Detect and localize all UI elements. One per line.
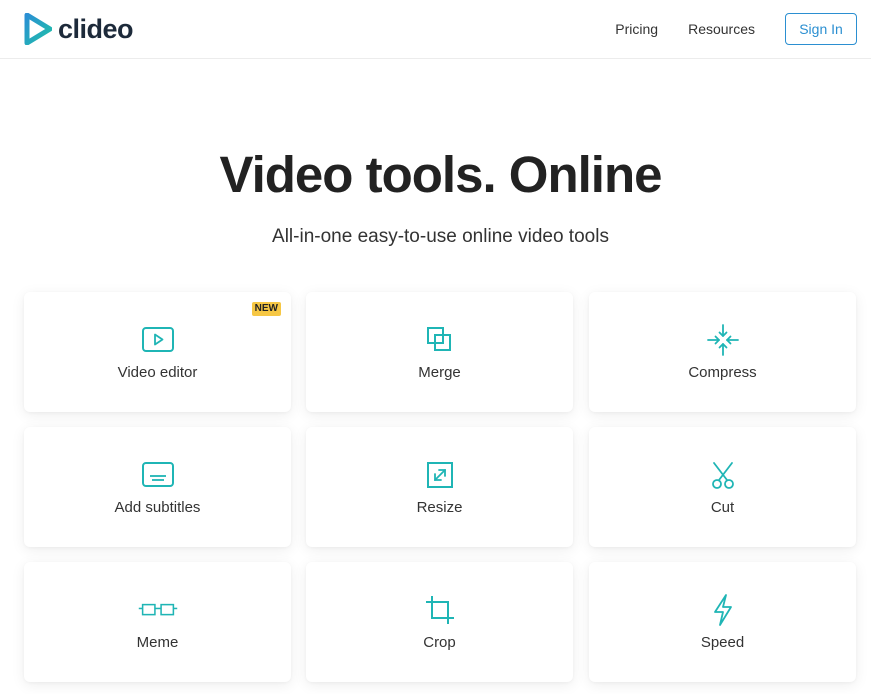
tool-card-merge[interactable]: Merge: [306, 292, 573, 412]
tool-card-add-subtitles[interactable]: Add subtitles: [24, 427, 291, 547]
compress-icon: [703, 324, 743, 356]
new-badge: NEW: [251, 302, 281, 316]
tool-label: Cut: [710, 499, 735, 516]
logo[interactable]: clideo: [24, 13, 134, 45]
tool-label: Crop: [423, 634, 456, 651]
resize-icon: [420, 460, 460, 490]
header: clideo Pricing Resources Sign In: [0, 0, 871, 59]
nav-pricing[interactable]: Pricing: [615, 12, 658, 46]
tool-card-video-editor[interactable]: NEW Video editor: [24, 292, 291, 412]
logo-text: clideo: [58, 14, 134, 44]
tool-card-crop[interactable]: Crop: [306, 562, 573, 682]
tool-label: Speed: [700, 634, 745, 651]
tool-card-resize[interactable]: Resize: [306, 427, 573, 547]
top-nav: Pricing Resources Sign In: [615, 12, 857, 46]
tool-card-compress[interactable]: Compress: [589, 292, 856, 412]
page-title: Video tools. Online: [219, 146, 663, 203]
scissors-icon: [703, 460, 743, 490]
tool-label: Merge: [418, 364, 461, 381]
tool-label: Resize: [416, 499, 463, 516]
subtitles-icon: [138, 460, 178, 490]
tool-label: Video editor: [117, 364, 198, 381]
tool-card-cut[interactable]: Cut: [589, 427, 856, 547]
page-subtitle: All-in-one easy-to-use online video tool…: [272, 226, 609, 247]
crop-icon: [420, 595, 460, 625]
lightning-icon: [703, 594, 743, 626]
play-icon: [138, 325, 178, 355]
tools-grid: NEW Video editor Merge Compress Add subt…: [24, 292, 857, 682]
tool-label: Compress: [688, 364, 757, 381]
clideo-logo-icon: [24, 13, 52, 45]
nav-resources[interactable]: Resources: [688, 12, 755, 46]
merge-icon: [420, 325, 460, 355]
tool-card-meme[interactable]: Meme: [24, 562, 291, 682]
glasses-icon: [138, 595, 178, 625]
tool-card-speed[interactable]: Speed: [589, 562, 856, 682]
tool-label: Add subtitles: [114, 499, 201, 516]
sign-in-button[interactable]: Sign In: [785, 13, 857, 45]
tool-label: Meme: [136, 634, 179, 651]
